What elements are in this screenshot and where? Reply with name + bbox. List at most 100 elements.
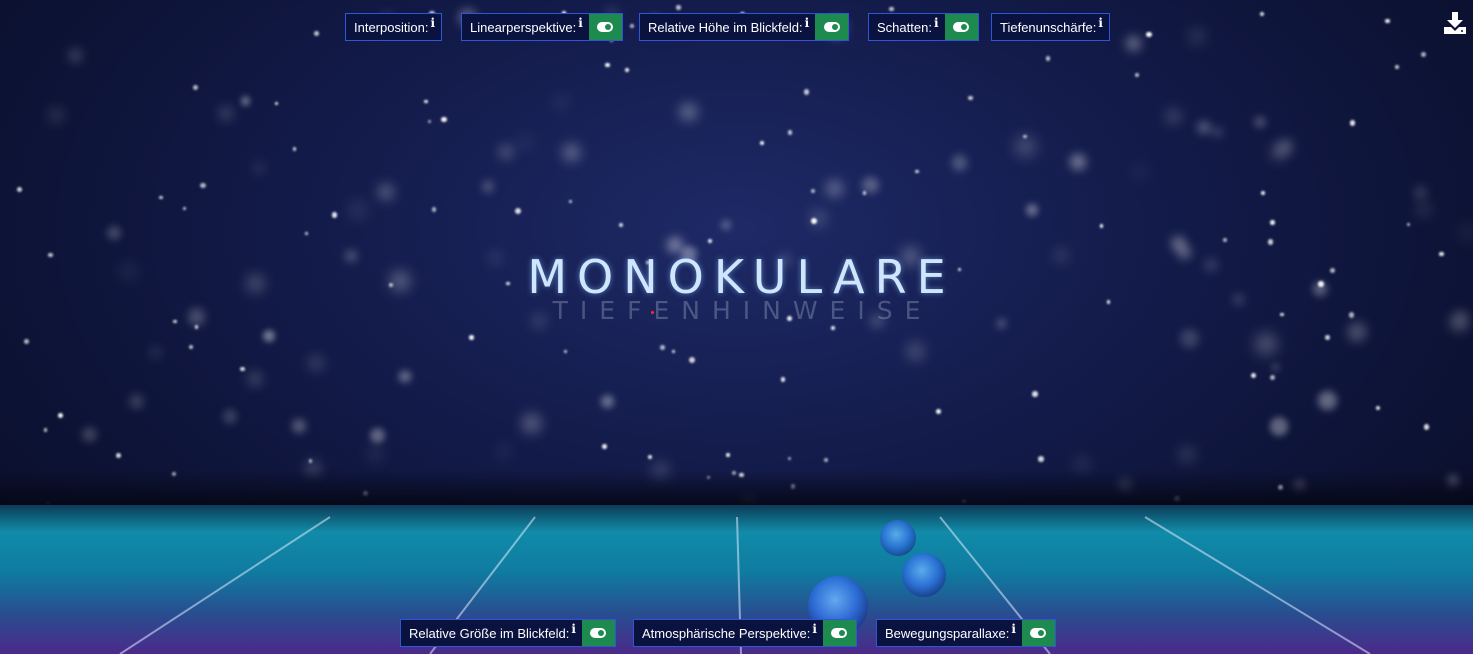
toggle-on-icon	[953, 22, 969, 32]
download-button[interactable]	[1443, 11, 1467, 35]
star-particle	[1376, 406, 1381, 411]
3d-scene-canvas[interactable]	[0, 0, 1473, 654]
info-icon[interactable]: i	[812, 622, 817, 636]
star-particle	[427, 119, 432, 123]
star-particle	[182, 206, 186, 210]
info-icon[interactable]: i	[805, 16, 810, 30]
star-particle	[1418, 204, 1430, 215]
star-particle	[16, 186, 22, 192]
star-particle	[889, 6, 894, 12]
star-particle	[787, 130, 793, 135]
star-particle	[618, 223, 623, 228]
star-particle	[369, 427, 386, 444]
star-particle	[1032, 391, 1038, 397]
star-particle	[159, 195, 163, 199]
star-particle	[688, 356, 695, 363]
star-particle	[759, 140, 765, 146]
control-label: Schatten:	[877, 19, 932, 35]
star-particle	[630, 23, 635, 28]
star-particle	[248, 371, 263, 386]
toggle-switch-relative-groesse[interactable]	[581, 620, 615, 646]
star-particle	[1016, 137, 1035, 156]
star-particle	[1270, 374, 1276, 381]
toggle-switch-atmosphaerische-perspektive[interactable]	[822, 620, 856, 646]
star-particle	[314, 31, 319, 37]
star-particle	[43, 428, 48, 432]
star-particle	[600, 394, 615, 409]
star-particle	[780, 377, 785, 382]
toggle-switch-linearperspektive[interactable]	[588, 14, 622, 40]
star-particle	[726, 453, 731, 457]
star-particle	[291, 419, 306, 434]
control-bewegungsparallaxe: Bewegungsparallaxe: i	[876, 619, 1056, 647]
info-icon[interactable]: i	[571, 622, 576, 636]
toggle-switch-relative-hoehe[interactable]	[815, 14, 849, 40]
star-particle	[331, 212, 338, 218]
star-particle	[305, 231, 309, 236]
star-particle	[378, 184, 394, 199]
star-particle	[370, 449, 380, 459]
star-particle	[812, 211, 826, 225]
control-label: Tiefenunschärfe:	[1000, 19, 1097, 35]
control-tiefenunschaerfe: Tiefenunschärfe: i	[991, 13, 1110, 41]
star-particle	[50, 109, 61, 120]
star-particle	[239, 366, 245, 372]
star-particle	[1423, 424, 1430, 431]
toggle-on-icon	[590, 628, 607, 638]
star-particle	[68, 48, 83, 63]
star-particle	[1126, 36, 1142, 52]
star-particle	[498, 447, 508, 456]
star-particle	[1269, 417, 1288, 436]
star-particle	[1325, 335, 1331, 341]
info-icon[interactable]: i	[430, 16, 435, 30]
star-particle	[1134, 168, 1144, 178]
star-particle	[720, 219, 732, 231]
info-icon[interactable]: i	[1011, 622, 1016, 636]
star-particle	[106, 225, 122, 241]
toggle-on-icon	[597, 22, 614, 32]
star-particle	[1070, 153, 1087, 170]
star-particle	[676, 5, 681, 10]
control-label: Interposition:	[354, 19, 429, 35]
star-particle	[563, 350, 567, 354]
star-particle	[915, 169, 919, 174]
toggle-on-icon	[831, 628, 848, 638]
toggle-switch-bewegungsparallaxe[interactable]	[1021, 620, 1055, 646]
star-particle	[469, 335, 474, 340]
star-particle	[968, 95, 973, 101]
star-particle	[624, 67, 629, 72]
star-particle	[811, 189, 816, 194]
star-particle	[952, 155, 968, 171]
star-particle	[194, 325, 199, 330]
star-particle	[188, 344, 193, 350]
star-particle	[1166, 110, 1180, 124]
star-particle	[263, 329, 276, 342]
control-linearperspektive: Linearperspektive: i	[461, 13, 623, 41]
star-particle	[292, 147, 297, 151]
star-particle	[1180, 447, 1194, 462]
star-particle	[1270, 219, 1275, 225]
star-particle	[556, 97, 566, 107]
toggle-switch-schatten[interactable]	[944, 14, 978, 40]
star-particle	[522, 414, 541, 433]
info-icon[interactable]: i	[578, 16, 583, 30]
star-particle	[602, 444, 607, 449]
star-particle	[823, 457, 828, 463]
star-particle	[680, 103, 697, 121]
star-particle	[58, 412, 64, 418]
floating-sphere	[880, 520, 916, 556]
star-particle	[423, 99, 428, 104]
star-particle	[398, 370, 411, 383]
star-particle	[352, 204, 364, 217]
star-particle	[81, 426, 97, 442]
star-particle	[1223, 238, 1227, 242]
info-icon[interactable]: i	[1098, 16, 1103, 30]
star-particle	[1170, 236, 1186, 252]
star-particle	[1197, 120, 1211, 135]
star-particle	[1075, 457, 1088, 471]
star-particle	[254, 163, 264, 173]
star-particle	[1259, 12, 1264, 17]
star-particle	[1261, 191, 1266, 196]
info-icon[interactable]: i	[934, 16, 939, 30]
control-label: Relative Höhe im Blickfeld:	[648, 19, 803, 35]
